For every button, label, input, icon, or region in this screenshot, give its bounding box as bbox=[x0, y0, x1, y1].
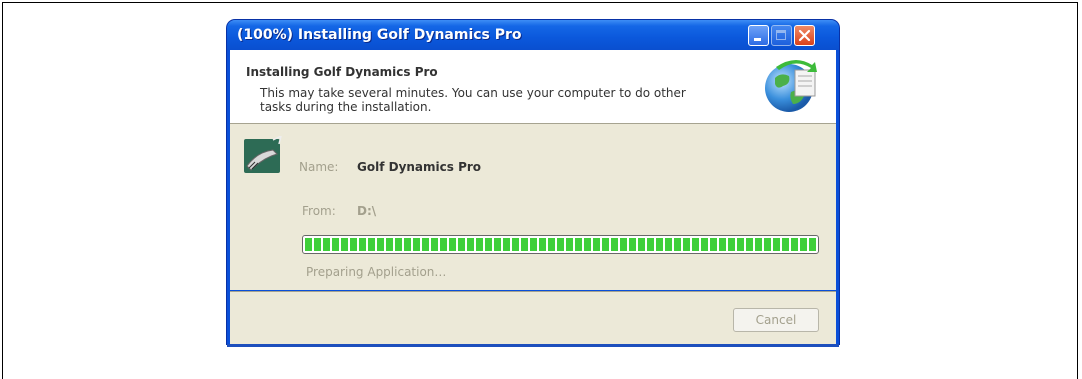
name-label: Name: bbox=[299, 160, 339, 174]
title-bar[interactable]: (100%) Installing Golf Dynamics Pro bbox=[227, 20, 839, 50]
maximize-button bbox=[771, 25, 792, 46]
minimize-icon bbox=[754, 38, 761, 41]
from-label: From: bbox=[302, 204, 336, 218]
window-bottom-edge bbox=[227, 344, 839, 347]
header-description: This may take several minutes. You can u… bbox=[260, 86, 686, 114]
window-title: (100%) Installing Golf Dynamics Pro bbox=[237, 27, 522, 43]
golf-club-icon bbox=[244, 136, 282, 173]
cancel-button[interactable]: Cancel bbox=[733, 308, 819, 332]
installer-globe-icon bbox=[765, 59, 817, 112]
header-panel: Installing Golf Dynamics Pro This may ta… bbox=[230, 50, 836, 124]
installer-window: (100%) Installing Golf Dynamics Pro Inst… bbox=[227, 20, 839, 345]
progress-fill bbox=[305, 238, 816, 251]
close-button[interactable] bbox=[794, 25, 815, 46]
minimize-button[interactable] bbox=[748, 25, 769, 46]
install-details-panel: Name: Golf Dynamics Pro From: D:\ Prepar… bbox=[230, 124, 836, 290]
footer-panel: Cancel bbox=[230, 291, 836, 345]
name-value: Golf Dynamics Pro bbox=[357, 160, 482, 174]
maximize-icon bbox=[776, 30, 786, 40]
header-title: Installing Golf Dynamics Pro bbox=[246, 65, 438, 79]
progress-bar bbox=[302, 235, 819, 254]
close-icon bbox=[798, 29, 811, 42]
from-value: D:\ bbox=[357, 204, 377, 218]
status-text: Preparing Application… bbox=[306, 265, 447, 279]
